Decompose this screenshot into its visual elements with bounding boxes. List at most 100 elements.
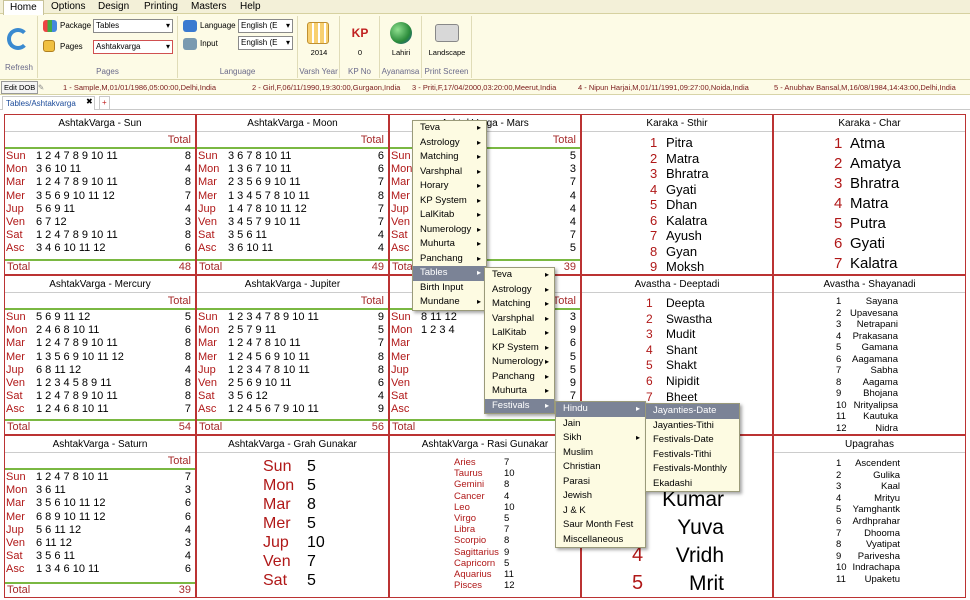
menu-item[interactable]: J & K <box>556 504 645 519</box>
menu-item[interactable]: Varshphal ▸ <box>413 165 486 180</box>
item-number: 2 <box>836 307 842 319</box>
menu-item[interactable]: Numerology ▸ <box>485 355 554 370</box>
menu-item[interactable]: Astrology ▸ <box>413 136 486 151</box>
menu-item[interactable]: Muslim <box>556 446 645 461</box>
menu-item[interactable]: Varshphal ▸ <box>485 312 554 327</box>
tab-printing[interactable]: Printing <box>138 0 184 14</box>
document-tab[interactable]: Tables/Ashtakvarga <box>2 96 95 110</box>
menu-item[interactable]: Sikh ▸ <box>556 431 645 446</box>
menu-item[interactable]: Teva ▸ <box>485 268 554 283</box>
menu-item[interactable]: Horary ▸ <box>413 179 486 194</box>
refresh-button[interactable]: Refresh <box>0 63 38 72</box>
menu-item[interactable]: Parasi <box>556 475 645 490</box>
menu-item[interactable]: Astrology ▸ <box>485 283 554 298</box>
dob-entry-2[interactable]: 2 - Girl,F,06/11/1990,19:30:00,Gurgaon,I… <box>252 80 400 94</box>
planet-name: Sat <box>6 390 23 403</box>
planet-name: Mon <box>198 163 220 176</box>
bindu-houses: 2 5 6 9 10 11 <box>228 377 292 389</box>
menu-item[interactable]: Festivals-Tithi <box>646 448 739 463</box>
planet-name: Ven <box>198 377 217 389</box>
menu-item[interactable]: Christian <box>556 460 645 475</box>
table-title: Avastha - Shayanadi <box>774 276 965 293</box>
dob-entry-3[interactable]: 3 - Priti,F,17/04/2000,03:20:00,Meerut,I… <box>412 80 556 94</box>
menu-item[interactable]: Festivals-Date <box>646 433 739 448</box>
ayanamsa-group[interactable]: Lahiri Ayanamsa <box>380 16 422 78</box>
menu-item[interactable]: Matching ▸ <box>485 297 554 312</box>
menu-item-label: Jewish <box>563 490 593 501</box>
menu-item[interactable]: Matching ▸ <box>413 150 486 165</box>
menu-item[interactable]: LalKitab ▸ <box>413 208 486 223</box>
menu-item[interactable]: Tables ▸ <box>413 266 486 281</box>
menu-item[interactable]: Panchang ▸ <box>413 252 486 267</box>
menu-item[interactable]: Hindu ▸ <box>556 402 645 417</box>
menu-item[interactable]: Muhurta ▸ <box>413 237 486 252</box>
tab-help[interactable]: Help <box>234 0 267 14</box>
chevron-right-icon: ▸ <box>476 253 481 263</box>
item-name: 5 <box>504 513 510 524</box>
item-number: 4 <box>836 330 842 342</box>
table-row: Mar 1 2 4 7 8 10 11 7 <box>198 337 384 350</box>
tab-design[interactable]: Design <box>92 0 135 14</box>
table-footer: Total <box>390 419 580 434</box>
planet-name: Sun <box>6 471 26 483</box>
tab-home[interactable]: Home <box>3 0 44 15</box>
menu-item[interactable]: LalKitab ▸ <box>485 326 554 341</box>
package-select[interactable]: Tables <box>93 19 173 33</box>
menu-item[interactable]: Teva ▸ <box>413 121 486 136</box>
menu-item[interactable]: Birth Input <box>413 281 486 296</box>
row-total: 7 <box>377 337 384 350</box>
varsh-group[interactable]: 2014 Varsh Year <box>298 16 340 78</box>
menu-item[interactable]: Saur Month Fest <box>556 518 645 533</box>
item-number: 3 <box>836 319 842 330</box>
menu-item[interactable]: Numerology ▸ <box>413 223 486 238</box>
table-row: Mon 2 4 6 8 10 11 6 <box>6 324 191 337</box>
row-total: 3 <box>184 216 191 228</box>
menu-item[interactable]: Miscellaneous <box>556 533 645 548</box>
chevron-right-icon: ▸ <box>544 284 549 294</box>
ribbon: Home Options Design Printing Masters Hel… <box>0 0 970 80</box>
row-total: 4 <box>184 523 191 536</box>
close-tab-icon[interactable]: ✖ <box>86 97 93 106</box>
table-row: Mon 3 6 11 3 <box>6 484 191 497</box>
menu-item[interactable]: Muhurta ▸ <box>485 384 554 399</box>
menu-item-label: Birth Input <box>420 281 464 293</box>
kp-group[interactable]: KP 0 KP No <box>340 16 380 78</box>
tab-options[interactable]: Options <box>45 0 91 14</box>
menu-item-label: Saur Month Fest <box>563 519 634 530</box>
refresh-icon[interactable] <box>7 28 29 50</box>
menu-item[interactable]: Festivals ▸ <box>485 398 554 413</box>
add-tab-button[interactable]: + <box>99 96 110 110</box>
menu-item[interactable]: KP System ▸ <box>413 194 486 209</box>
dob-entry-1[interactable]: 1 - Sample,M,01/01/1986,05:00:00,Delhi,I… <box>63 80 216 94</box>
menu-item[interactable]: Jewish <box>556 489 645 504</box>
menu-item[interactable]: Jayanties-Tithi <box>646 419 739 434</box>
menu-item-label: LalKitab <box>420 209 455 220</box>
language-select[interactable]: English (E <box>238 19 293 33</box>
input-select[interactable]: English (E <box>238 36 293 50</box>
menu-item[interactable]: KP System ▸ <box>485 341 554 356</box>
pages-select[interactable]: Ashtakvarga <box>93 40 173 54</box>
menu-item[interactable]: Panchang ▸ <box>485 370 554 385</box>
menu-item[interactable]: Jayanties-Date <box>646 404 739 419</box>
item-name: Taurus <box>454 468 483 480</box>
item-name: 5 <box>307 477 316 494</box>
print-group[interactable]: Landscape Print Screen <box>422 16 472 78</box>
edit-dob-button[interactable]: Edit DOB <box>1 81 39 94</box>
chevron-right-icon: ▸ <box>476 137 481 147</box>
item-number: 6 <box>646 374 653 388</box>
pencil-icon[interactable]: ✎ <box>38 80 44 94</box>
grand-total: 48 <box>178 261 191 273</box>
total-label: Total <box>7 584 31 596</box>
item-number: 8 <box>836 539 842 551</box>
item-name: 5 <box>504 557 510 569</box>
item-name: Kalatra <box>850 255 898 272</box>
bindu-houses: 5 6 11 12 <box>36 523 82 536</box>
tab-masters[interactable]: Masters <box>185 0 233 14</box>
dob-entry-4[interactable]: 4 - Nipun Harjai,M,01/11/1991,09:27:00,N… <box>578 80 749 94</box>
menu-item[interactable]: Mundane ▸ <box>413 295 486 310</box>
menu-item[interactable]: Festivals-Monthly <box>646 462 739 477</box>
menu-item[interactable]: Jain <box>556 417 645 432</box>
dob-entry-5[interactable]: 5 - Anubhav Bansal,M,16/08/1984,14:43:00… <box>774 80 956 94</box>
menu-item[interactable]: Ekadashi <box>646 477 739 492</box>
item-name: Scorpio <box>454 535 487 547</box>
